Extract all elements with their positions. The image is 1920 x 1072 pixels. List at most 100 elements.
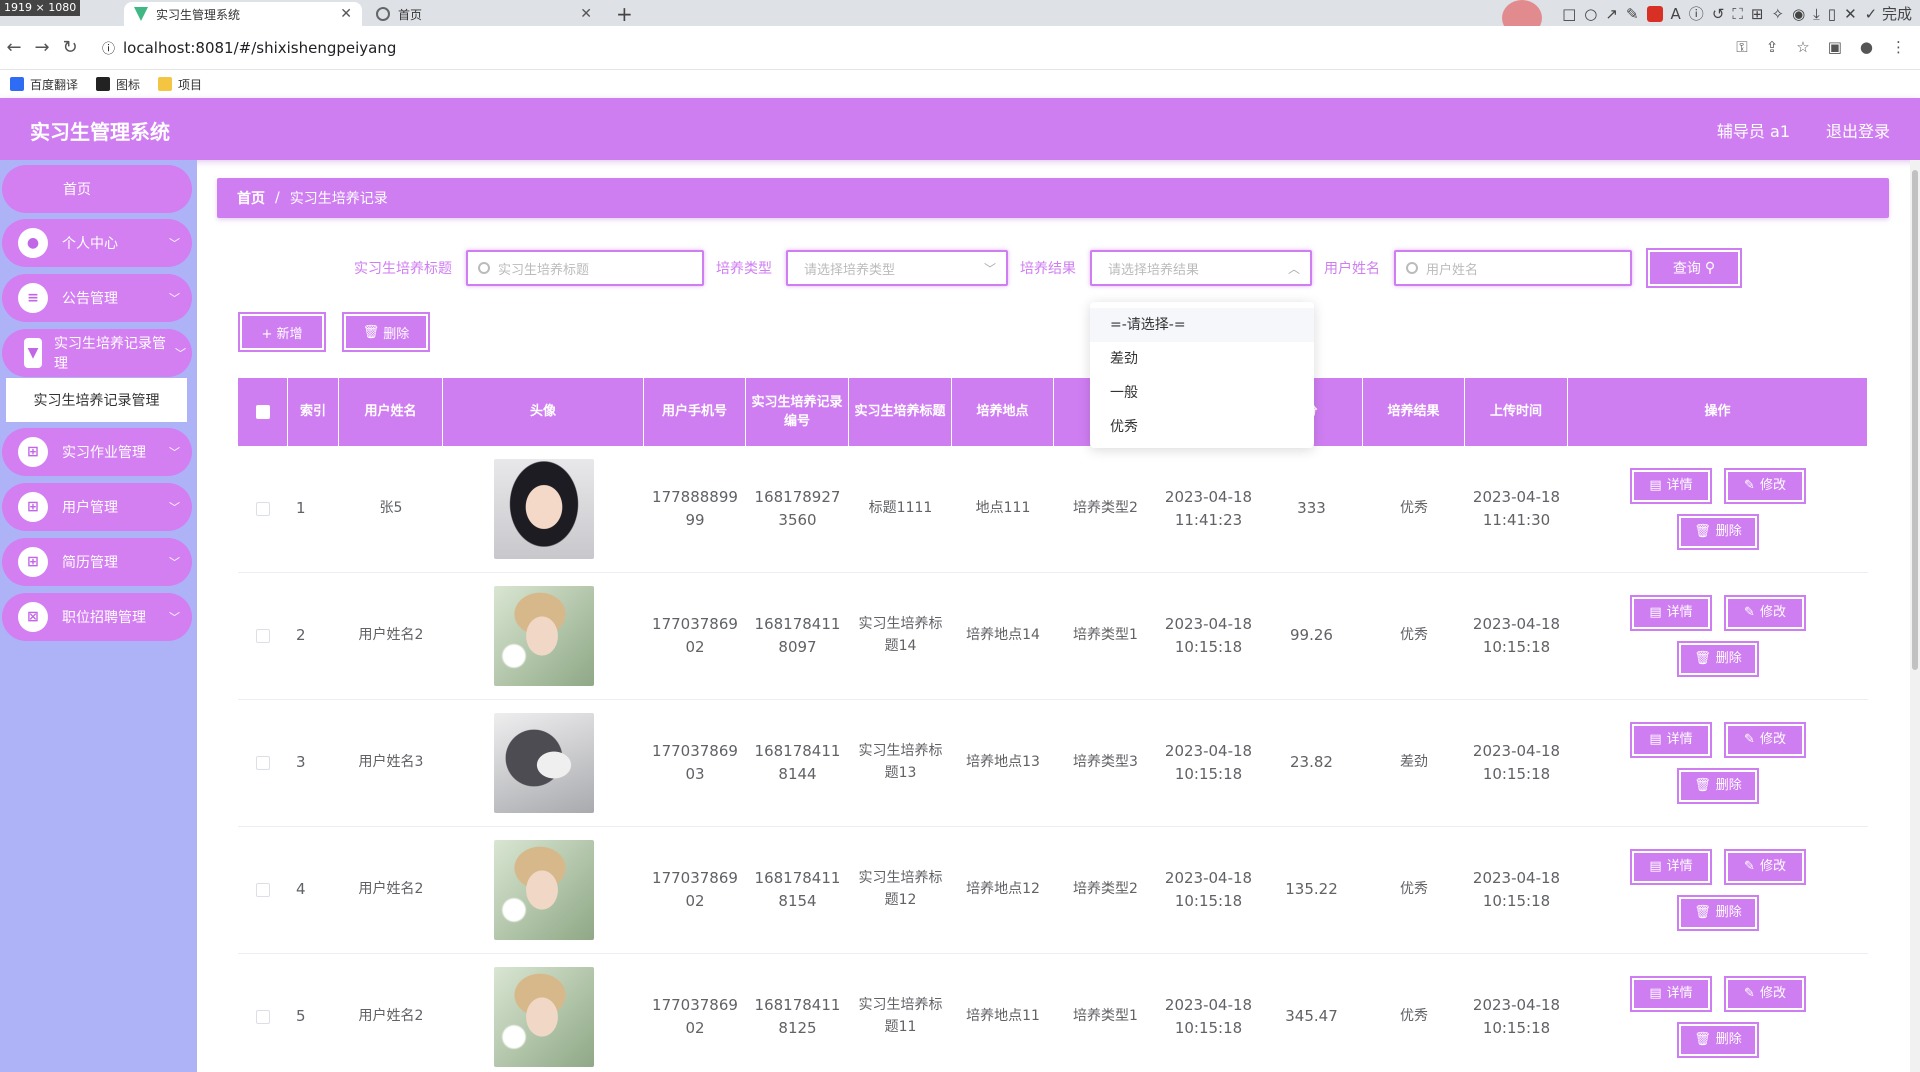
- pencil-icon: ✎: [1744, 858, 1755, 874]
- scrollbar-thumb[interactable]: [1912, 170, 1918, 670]
- row-result: 优秀: [1400, 627, 1428, 644]
- result-select[interactable]: 请选择培养结果 ︿: [1090, 250, 1312, 286]
- dropdown-option-average[interactable]: 一般: [1090, 376, 1314, 410]
- profile-icon[interactable]: ●: [1860, 38, 1873, 56]
- table-row: 3 用户姓名3 17703786903 1681784118144 实习生培养标题13 培…: [238, 700, 1868, 827]
- close-icon[interactable]: ✕: [340, 6, 352, 22]
- detail-button[interactable]: ▤ 详情: [1630, 722, 1712, 758]
- delete-button[interactable]: 🗑 删除: [1677, 895, 1759, 931]
- detail-button[interactable]: ▤ 详情: [1630, 468, 1712, 504]
- title-search-input[interactable]: 实习生培养标题: [466, 250, 704, 286]
- edit-button[interactable]: ✎ 修改: [1724, 722, 1806, 758]
- bookmark-project[interactable]: 项目: [158, 76, 202, 93]
- circle-icon[interactable]: ○: [1584, 5, 1597, 23]
- arrow-icon[interactable]: ↗: [1605, 5, 1618, 23]
- select-all-checkbox[interactable]: [255, 405, 270, 419]
- sidebar-item-label: 公告管理: [62, 291, 118, 307]
- reload-icon[interactable]: ↻: [56, 37, 84, 58]
- dropdown-option-poor[interactable]: 差劲: [1090, 342, 1314, 376]
- text-icon[interactable]: A: [1671, 5, 1681, 23]
- done-button[interactable]: ✓ 完成: [1865, 3, 1912, 24]
- bookmark-label: 项目: [178, 77, 203, 92]
- placeholder: 请选择培养类型: [804, 262, 896, 278]
- edit-button[interactable]: ✎ 修改: [1724, 849, 1806, 885]
- cancel-icon[interactable]: ✕: [1844, 5, 1857, 23]
- save-icon[interactable]: ▯: [1828, 5, 1836, 23]
- row-title: 实习生培养标题13: [858, 743, 943, 781]
- undo-icon[interactable]: ↺: [1712, 5, 1725, 23]
- detail-button[interactable]: ▤ 详情: [1630, 849, 1712, 885]
- logout-link[interactable]: 退出登录: [1826, 118, 1890, 142]
- pin-icon[interactable]: ✧: [1771, 5, 1784, 23]
- row-checkbox[interactable]: [256, 629, 270, 643]
- type-select[interactable]: 请选择培养类型 ﹀: [786, 250, 1008, 286]
- translate-icon[interactable]: ⊞: [1751, 5, 1764, 23]
- sidebar-item-training[interactable]: ▼ 实习生培养记录管理 ﹀: [2, 329, 192, 377]
- row-record-no: 1681784118144: [754, 741, 841, 783]
- sidebar-item-profile[interactable]: ● 个人中心 ﹀: [2, 219, 192, 267]
- delete-button[interactable]: 🗑 删除: [1677, 1022, 1759, 1058]
- sidebar-item-homework[interactable]: ⊞ 实习作业管理 ﹀: [2, 428, 192, 476]
- star-icon[interactable]: ☆: [1796, 38, 1809, 56]
- bookmark-baidu[interactable]: 百度翻译: [10, 76, 78, 93]
- breadcrumb-home[interactable]: 首页: [237, 188, 265, 208]
- forward-icon[interactable]: →: [28, 37, 56, 58]
- tab-title: 实习生管理系统: [156, 7, 241, 22]
- new-tab-icon[interactable]: +: [616, 2, 633, 26]
- row-checkbox[interactable]: [256, 502, 270, 516]
- sidepanel-icon[interactable]: ▣: [1828, 38, 1842, 56]
- batch-delete-button[interactable]: 🗑 删除: [342, 312, 430, 352]
- header-avatar: 头像: [443, 378, 644, 446]
- key-icon[interactable]: ⚿: [1736, 38, 1747, 56]
- back-icon[interactable]: ←: [0, 37, 28, 58]
- submenu-training-records[interactable]: 实习生培养记录管理: [6, 378, 187, 422]
- sidebar-item-resume[interactable]: ⊞ 简历管理 ﹀: [2, 538, 192, 586]
- sidebar-item-home[interactable]: 首页: [2, 165, 192, 213]
- folder-icon: [158, 77, 173, 91]
- edit-button[interactable]: ✎ 修改: [1724, 468, 1806, 504]
- pen-icon[interactable]: ✎: [1626, 5, 1639, 23]
- row-checkbox[interactable]: [256, 883, 270, 897]
- delete-button[interactable]: 🗑 删除: [1677, 641, 1759, 677]
- rectangle-icon[interactable]: □: [1562, 5, 1576, 23]
- add-button[interactable]: + 新增: [238, 312, 326, 352]
- delete-button[interactable]: 🗑 删除: [1677, 768, 1759, 804]
- delete-label: 删除: [383, 326, 410, 342]
- row-username: 用户姓名3: [358, 754, 424, 771]
- trash-icon: 🗑: [1694, 777, 1711, 793]
- tab-inactive[interactable]: 首页 ✕: [366, 2, 602, 26]
- sidebar-item-jobs[interactable]: ⊠ 职位招聘管理 ﹀: [2, 593, 192, 641]
- bookmark-icons[interactable]: 图标: [96, 76, 140, 93]
- sidebar-item-notice[interactable]: ≡ 公告管理 ﹀: [2, 274, 192, 322]
- avatar: [493, 586, 594, 686]
- edit-button[interactable]: ✎ 修改: [1724, 976, 1806, 1012]
- detail-button[interactable]: ▤ 详情: [1630, 976, 1712, 1012]
- table-header: 索引 用户姓名 头像 用户手机号 实习生培养记录编号 实习生培养标题 培养地点 …: [238, 378, 1868, 446]
- detail-label: 详情: [1666, 477, 1693, 493]
- url-field[interactable]: ⓘ localhost:8081/#/shixishengpeiyang: [94, 32, 1664, 63]
- info-icon[interactable]: ⓘ: [1689, 3, 1704, 24]
- share-icon[interactable]: ⇪: [1766, 38, 1779, 56]
- page-scrollbar[interactable]: [1910, 160, 1920, 1072]
- row-score: 345.47: [1285, 1007, 1338, 1026]
- dropdown-option-placeholder[interactable]: =-请选择-=: [1090, 308, 1314, 342]
- dropdown-option-excellent[interactable]: 优秀: [1090, 410, 1314, 444]
- tab-active[interactable]: 实习生管理系统 ✕: [124, 2, 362, 26]
- menu-icon[interactable]: ⋮: [1891, 38, 1906, 56]
- records-table: 索引 用户姓名 头像 用户手机号 实习生培养记录编号 实习生培养标题 培养地点 …: [238, 378, 1868, 1072]
- site-info-icon[interactable]: ⓘ: [102, 38, 115, 57]
- row-checkbox[interactable]: [256, 756, 270, 770]
- sidebar-item-users[interactable]: ⊞ 用户管理 ﹀: [2, 483, 192, 531]
- record-icon[interactable]: ◉: [1792, 5, 1805, 23]
- scan-icon[interactable]: ⛶: [1732, 5, 1743, 23]
- detail-button[interactable]: ▤ 详情: [1630, 595, 1712, 631]
- edit-button[interactable]: ✎ 修改: [1724, 595, 1806, 631]
- mosaic-icon[interactable]: [1646, 5, 1663, 22]
- delete-button[interactable]: 🗑 删除: [1677, 514, 1759, 550]
- close-icon[interactable]: ✕: [580, 6, 592, 22]
- query-button[interactable]: 查询 ⚲: [1646, 248, 1742, 288]
- download-icon[interactable]: ⤓: [1813, 5, 1820, 23]
- row-checkbox[interactable]: [256, 1010, 270, 1024]
- url-text: localhost:8081/#/shixishengpeiyang: [123, 38, 397, 57]
- username-search-input[interactable]: 用户姓名: [1394, 250, 1632, 286]
